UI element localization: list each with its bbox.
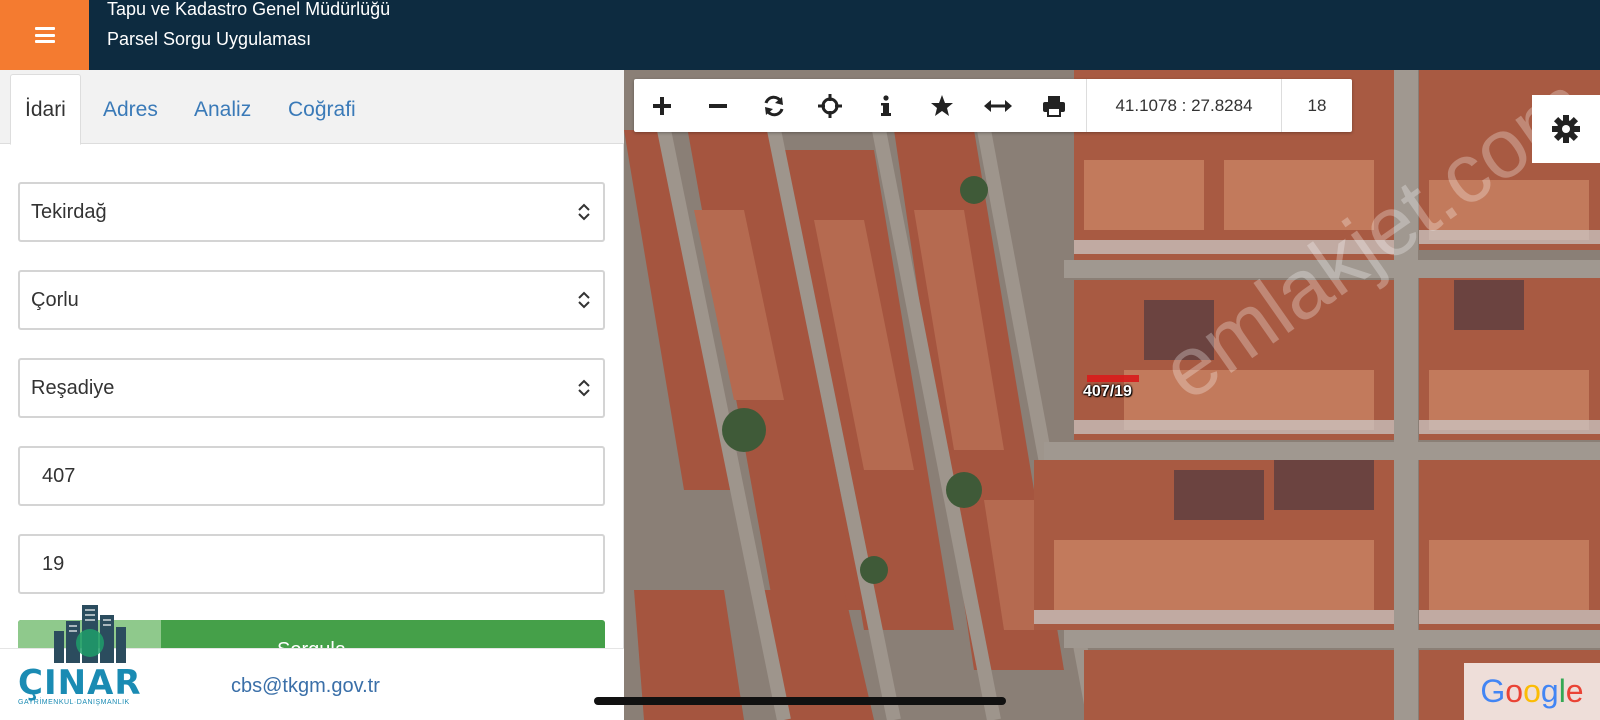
- star-icon: [931, 94, 953, 116]
- print-icon: [1043, 95, 1065, 117]
- ilce-select-value: Çorlu: [31, 288, 79, 311]
- measure-icon: [984, 99, 1012, 112]
- mahalle-select-value: Reşadiye: [31, 376, 115, 399]
- app-header: Tapu ve Kadastro Genel Müdürlüğü Parsel …: [0, 0, 1600, 70]
- parsel-input-value: 19: [42, 552, 65, 575]
- gear-icon: [1552, 115, 1580, 143]
- tab-bar: İdari Adres Analiz Coğrafi: [0, 70, 624, 145]
- locate-icon: [818, 93, 842, 118]
- home-indicator[interactable]: [594, 697, 1006, 705]
- parsel-input[interactable]: 19: [18, 534, 605, 594]
- coordinate-display: 41.1078 : 27.8284: [1086, 79, 1282, 132]
- refresh-button[interactable]: [746, 79, 802, 132]
- zoom-out-icon: [709, 103, 727, 108]
- refresh-icon: [764, 95, 784, 116]
- logo-wordmark: ÇINAR: [18, 663, 142, 703]
- menu-button[interactable]: [0, 0, 89, 70]
- ada-input[interactable]: 407: [18, 446, 605, 506]
- app-title-line1: Tapu ve Kadastro Genel Müdürlüğü: [107, 0, 391, 19]
- map-toolbar: 41.1078 : 27.8284 18: [634, 79, 1352, 132]
- zoom-out-button[interactable]: [690, 79, 746, 132]
- tab-cografi[interactable]: Coğrafi: [288, 74, 356, 145]
- parcel-label: 407/19: [1083, 383, 1132, 400]
- zoom-level-display: 18: [1307, 95, 1327, 115]
- sidebar-footer: ÇINAR GAYRİMENKUL·DANIŞMANLIK cbs@tkgm.g…: [0, 605, 624, 720]
- locate-button[interactable]: [802, 79, 858, 132]
- zoom-in-icon: [653, 96, 671, 115]
- cinar-logo: ÇINAR GAYRİMENKUL·DANIŞMANLIK: [18, 605, 158, 706]
- building-logo-icon: [54, 605, 126, 663]
- parcel-highlight: [1087, 375, 1139, 382]
- info-button[interactable]: [858, 79, 914, 132]
- google-attribution: Google: [1464, 663, 1600, 720]
- info-icon: [881, 94, 891, 116]
- tab-adres[interactable]: Adres: [103, 74, 158, 145]
- app-title-line2: Parsel Sorgu Uygulaması: [107, 29, 312, 49]
- print-button[interactable]: [1026, 79, 1082, 132]
- ilce-select[interactable]: Çorlu: [18, 270, 605, 330]
- measure-button[interactable]: [970, 79, 1026, 132]
- il-select[interactable]: Tekirdağ: [18, 182, 605, 242]
- chevron-updown-icon: [578, 291, 590, 309]
- il-select-value: Tekirdağ: [31, 200, 107, 223]
- tab-idari[interactable]: İdari: [10, 74, 81, 145]
- chevron-updown-icon: [578, 203, 590, 221]
- sidebar-panel: İdari Adres Analiz Coğrafi Tekirdağ Çorl…: [0, 70, 624, 720]
- chevron-updown-icon: [578, 379, 590, 397]
- settings-button[interactable]: [1532, 95, 1600, 163]
- tab-analiz[interactable]: Analiz: [194, 74, 251, 145]
- contact-email-link[interactable]: cbs@tkgm.gov.tr: [231, 675, 380, 698]
- mahalle-select[interactable]: Reşadiye: [18, 358, 605, 418]
- favorite-button[interactable]: [914, 79, 970, 132]
- hamburger-icon: [34, 27, 55, 43]
- zoom-in-button[interactable]: [634, 79, 690, 132]
- ada-input-value: 407: [42, 464, 76, 487]
- app-title: Tapu ve Kadastro Genel Müdürlüğü Parsel …: [107, 0, 390, 54]
- map-view[interactable]: emlakjet.com 407/19 41.1078 : 27.8284 18: [624, 70, 1600, 720]
- logo-subtext: GAYRİMENKUL·DANIŞMANLIK: [18, 699, 130, 706]
